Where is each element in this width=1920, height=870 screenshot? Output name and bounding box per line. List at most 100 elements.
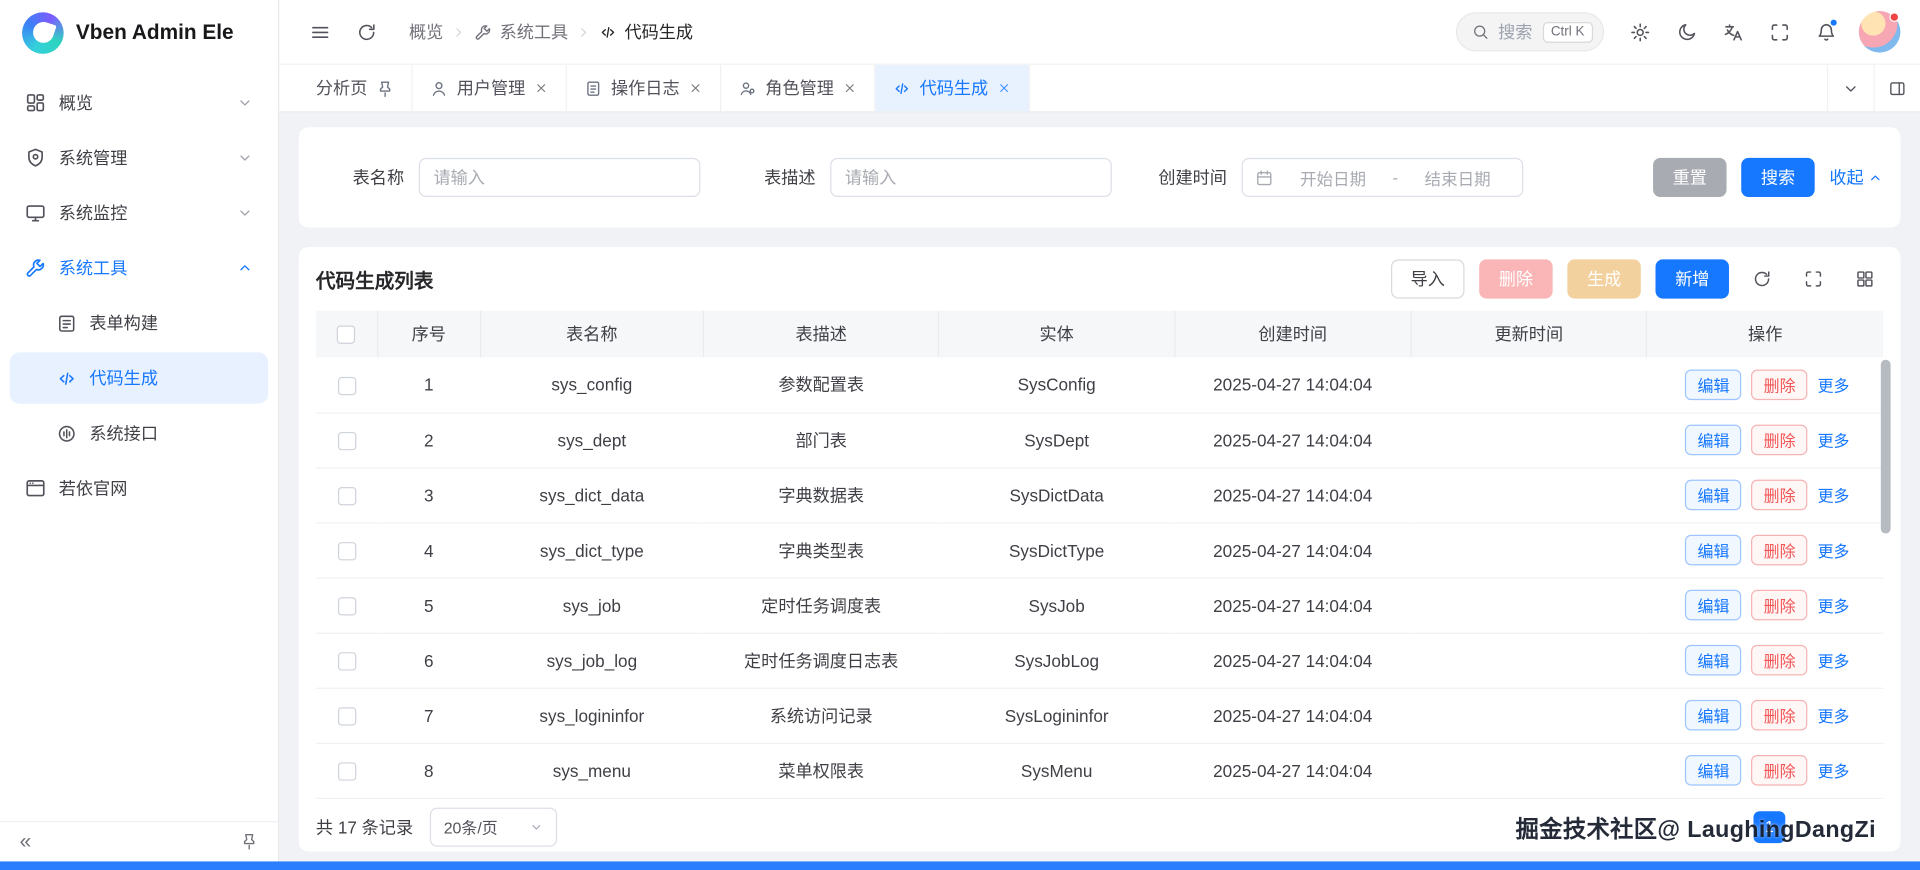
fullscreen-button[interactable] — [1758, 11, 1800, 53]
breadcrumb-separator-icon — [576, 24, 592, 40]
row-delete-button[interactable]: 删除 — [1751, 479, 1808, 511]
table-row[interactable]: 3 sys_dict_data 字典数据表 SysDictData 2025-04-27… — [315, 467, 1884, 524]
row-checkbox[interactable] — [337, 762, 356, 781]
sidebar-pin-icon[interactable] — [240, 832, 258, 850]
row-delete-button[interactable]: 删除 — [1751, 369, 1808, 400]
row-edit-button[interactable]: 编辑 — [1685, 754, 1742, 786]
row-delete-button[interactable]: 删除 — [1751, 754, 1808, 786]
chevron-down-icon — [1842, 79, 1860, 97]
row-checkbox[interactable] — [337, 486, 356, 506]
row-more-button[interactable]: 更多 — [1818, 707, 1850, 725]
sidebar-item-system-tools[interactable]: 系统工具 — [10, 242, 268, 293]
tab-role-management[interactable]: 角色管理 — [721, 64, 876, 112]
theme-toggle-button[interactable] — [1665, 11, 1707, 53]
refresh-page-button[interactable] — [345, 11, 387, 53]
row-checkbox[interactable] — [337, 652, 356, 671]
row-edit-button[interactable]: 编辑 — [1685, 699, 1742, 731]
row-delete-button[interactable]: 删除 — [1751, 699, 1808, 731]
table-columns-button[interactable] — [1847, 261, 1884, 298]
table-row[interactable]: 1 sys_config 参数配置表 SysConfig 2025-04-27 14:0… — [315, 357, 1884, 413]
row-more-button[interactable]: 更多 — [1818, 762, 1850, 780]
row-edit-button[interactable]: 编辑 — [1685, 644, 1742, 676]
language-button[interactable] — [1712, 11, 1754, 53]
table-row[interactable]: 2 sys_dept 部门表 SysDept 2025-04-27 14:04:04 编辑… — [315, 412, 1884, 469]
content-maximize-button[interactable] — [1873, 64, 1920, 112]
tab-operation-log[interactable]: 操作日志 — [567, 64, 722, 112]
user-avatar[interactable] — [1858, 11, 1901, 53]
add-button[interactable]: 新增 — [1655, 259, 1729, 299]
reset-button[interactable]: 重置 — [1653, 157, 1727, 198]
sidebar-item-code-generation[interactable]: 代码生成 — [9, 352, 269, 404]
row-edit-button[interactable]: 编辑 — [1685, 589, 1742, 621]
row-more-button[interactable]: 更多 — [1818, 432, 1850, 450]
collapse-sidebar-button[interactable]: « — [20, 829, 32, 853]
batch-delete-button[interactable]: 删除 — [1479, 259, 1553, 299]
tool-icon — [474, 23, 492, 41]
import-button[interactable]: 导入 — [1391, 259, 1465, 299]
tabs-more-button[interactable] — [1826, 64, 1874, 112]
row-more-button[interactable]: 更多 — [1818, 487, 1850, 505]
notifications-button[interactable] — [1805, 11, 1847, 53]
cell-created: 2025-04-27 14:04:04 — [1174, 632, 1412, 689]
row-edit-button[interactable]: 编辑 — [1685, 479, 1742, 511]
create-time-range-picker[interactable]: 开始日期 - 结束日期 — [1241, 157, 1524, 198]
table-refresh-button[interactable] — [1744, 261, 1781, 298]
app-logo[interactable]: Vben Admin Ele — [0, 0, 278, 66]
filter-field-table-name: 表名称 — [316, 157, 701, 198]
form-icon — [56, 313, 77, 334]
cell-no: 1 — [377, 357, 481, 413]
sidebar-item-system-api[interactable]: 系统接口 — [10, 407, 268, 458]
sidebar-item-form-builder[interactable]: 表单构建 — [10, 297, 268, 348]
select-all-checkbox[interactable] — [337, 325, 356, 345]
tab-close-icon[interactable] — [997, 81, 1012, 96]
scrollbar-thumb[interactable] — [1880, 359, 1891, 534]
tab-close-icon[interactable] — [842, 81, 857, 96]
tab-close-icon[interactable] — [534, 81, 549, 96]
global-search[interactable]: 搜索 Ctrl K — [1455, 12, 1605, 52]
collapse-filter-button[interactable]: 收起 — [1829, 165, 1883, 189]
cell-no: 2 — [377, 412, 481, 469]
tab-code-generation[interactable]: 代码生成 — [875, 64, 1030, 112]
row-more-button[interactable]: 更多 — [1818, 377, 1850, 395]
row-more-button[interactable]: 更多 — [1818, 542, 1850, 560]
hamburger-menu-button[interactable] — [299, 11, 341, 53]
row-checkbox[interactable] — [337, 431, 356, 451]
generate-button[interactable]: 生成 — [1567, 259, 1641, 299]
row-edit-button[interactable]: 编辑 — [1685, 534, 1742, 566]
table-scrollbar[interactable] — [1880, 359, 1891, 837]
page-size-select[interactable]: 20条/页 — [430, 806, 558, 847]
table-row[interactable]: 8 sys_menu 菜单权限表 SysMenu 2025-04-27 14:04:04… — [315, 742, 1884, 799]
search-button[interactable]: 搜索 — [1741, 157, 1815, 198]
breadcrumb-item-code-generation[interactable]: 代码生成 — [599, 20, 693, 44]
row-delete-button[interactable]: 删除 — [1751, 534, 1808, 566]
sidebar-item-system-monitor[interactable]: 系统监控 — [10, 187, 268, 238]
tab-user-management[interactable]: 用户管理 — [413, 64, 567, 112]
tab-close-icon[interactable] — [688, 81, 703, 96]
row-delete-button[interactable]: 删除 — [1751, 589, 1808, 621]
row-checkbox[interactable] — [337, 596, 356, 616]
table-name-input[interactable] — [418, 157, 701, 198]
sidebar-item-system-management[interactable]: 系统管理 — [10, 132, 268, 183]
table-row[interactable]: 5 sys_job 定时任务调度表 SysJob 2025-04-27 14:04:04… — [315, 577, 1884, 634]
row-delete-button[interactable]: 删除 — [1751, 644, 1808, 676]
table-row[interactable]: 6 sys_job_log 定时任务调度日志表 SysJobLog 2025-04-27… — [315, 632, 1884, 689]
breadcrumb-item-system-tools[interactable]: 系统工具 — [474, 20, 568, 44]
table-desc-input[interactable] — [830, 157, 1112, 198]
row-edit-button[interactable]: 编辑 — [1685, 369, 1742, 400]
settings-button[interactable] — [1619, 11, 1661, 53]
row-delete-button[interactable]: 删除 — [1751, 424, 1808, 456]
row-more-button[interactable]: 更多 — [1818, 597, 1850, 615]
table-row[interactable]: 7 sys_logininfor 系统访问记录 SysLogininfor 2025-0… — [315, 687, 1884, 744]
sidebar-item-overview[interactable]: 概览 — [10, 77, 268, 128]
row-more-button[interactable]: 更多 — [1818, 652, 1850, 670]
sidebar-item-ruoyi-website[interactable]: 若依官网 — [10, 463, 268, 514]
row-checkbox[interactable] — [337, 707, 356, 726]
tab-analysis[interactable]: 分析页 — [299, 64, 413, 112]
row-checkbox[interactable] — [337, 541, 356, 561]
row-checkbox[interactable] — [337, 376, 356, 395]
table-row[interactable]: 4 sys_dict_type 字典类型表 SysDictType 2025-04-27… — [315, 522, 1884, 579]
breadcrumb-item-overview[interactable]: 概览 — [409, 20, 443, 44]
cell-updated — [1411, 687, 1647, 744]
table-fullscreen-button[interactable] — [1795, 261, 1832, 298]
row-edit-button[interactable]: 编辑 — [1685, 424, 1742, 456]
